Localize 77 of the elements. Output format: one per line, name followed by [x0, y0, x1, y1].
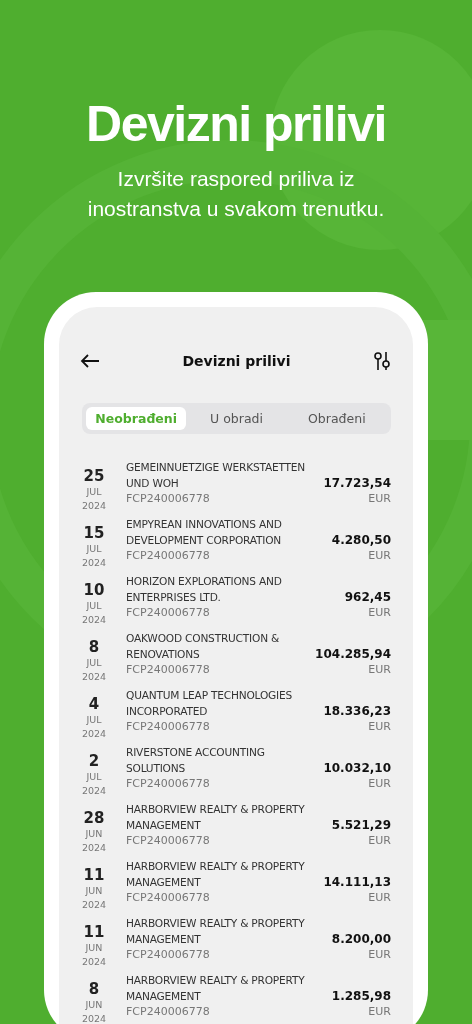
- reference-number: FCP240006778: [126, 605, 211, 620]
- payer-name: HARBORVIEW REALTY & PROPERTY MANAGEMENT: [126, 802, 306, 833]
- date-month: JUL: [86, 485, 102, 499]
- payer-name: RIVERSTONE ACCOUNTING SOLUTIONS: [126, 745, 266, 776]
- date-day: 8: [88, 981, 100, 998]
- currency: EUR: [368, 491, 391, 507]
- amount: 14.111,13: [323, 874, 391, 890]
- reference-number: FCP240006778: [126, 890, 211, 905]
- date-month: JUN: [85, 998, 103, 1012]
- currency: EUR: [368, 662, 391, 678]
- date-day: 8: [88, 639, 100, 656]
- payer-name: HARBORVIEW REALTY & PROPERTY MANAGEMENT: [126, 916, 306, 947]
- amount: 104.285,94: [315, 646, 391, 662]
- payer-name: HARBORVIEW REALTY & PROPERTY MANAGEMENT: [126, 973, 306, 1004]
- date-day: 15: [83, 525, 105, 542]
- amount: 962,45: [344, 589, 391, 605]
- screen-title: Devizni prilivi: [182, 353, 291, 369]
- reference-number: FCP240006778: [126, 833, 211, 848]
- date-year: 2024: [81, 556, 107, 570]
- currency: EUR: [368, 776, 391, 792]
- date-month: JUN: [85, 884, 103, 898]
- date-year: 2024: [81, 841, 107, 855]
- date-day: 4: [88, 696, 100, 713]
- currency: EUR: [368, 947, 391, 963]
- date-month: JUL: [86, 713, 102, 727]
- currency: EUR: [368, 890, 391, 906]
- date-year: 2024: [81, 784, 107, 798]
- currency: EUR: [368, 833, 391, 849]
- amount: 1.285,98: [331, 988, 391, 1004]
- reference-number: FCP240006778: [126, 776, 211, 791]
- amount: 17.723,54: [323, 475, 391, 491]
- payer-name: HORIZON EXPLORATIONS AND ENTERPRISES LTD.: [126, 574, 283, 605]
- date-month: JUN: [85, 827, 103, 841]
- payer-name: OAKWOOD CONSTRUCTION & RENOVATIONS: [126, 631, 281, 662]
- date-year: 2024: [81, 955, 107, 969]
- payer-name: QUANTUM LEAP TECHNOLOGIES INCORPORATED: [126, 688, 293, 719]
- reference-number: FCP240006778: [126, 662, 211, 677]
- reference-number: FCP240006778: [126, 947, 211, 962]
- amount: 4.280,50: [331, 532, 391, 548]
- payer-name: HARBORVIEW REALTY & PROPERTY MANAGEMENT: [126, 859, 306, 890]
- date-month: JUL: [86, 656, 102, 670]
- payer-name: GEMEINNUETZIGE WERKSTAETTEN UND WOH: [126, 460, 307, 491]
- date-year: 2024: [81, 499, 107, 513]
- tab[interactable]: Obrađeni: [286, 407, 387, 430]
- currency: EUR: [368, 605, 391, 621]
- payer-name: EMPYREAN INNOVATIONS AND DEVELOPMENT CORPORATION: [126, 517, 283, 548]
- date-year: 2024: [81, 1012, 107, 1024]
- date-year: 2024: [81, 898, 107, 912]
- date-month: JUL: [86, 599, 102, 613]
- reference-number: FCP240006778: [126, 1004, 211, 1019]
- reference-number: FCP240006778: [126, 491, 211, 506]
- currency: EUR: [368, 719, 391, 735]
- date-day: 10: [83, 582, 105, 599]
- amount: 18.336,23: [323, 703, 391, 719]
- amount: 10.032,10: [323, 760, 391, 776]
- reference-number: FCP240006778: [126, 719, 211, 734]
- currency: EUR: [368, 548, 391, 564]
- subtitle: Izvršite raspored priliva iz inostranstva u svakom trenutku.: [86, 166, 386, 222]
- date-day: 25: [83, 468, 105, 485]
- date-year: 2024: [81, 727, 107, 741]
- date-month: JUL: [86, 770, 102, 784]
- amount: 5.521,29: [331, 817, 391, 833]
- date-day: 11: [83, 867, 105, 884]
- filter-icon[interactable]: [373, 351, 391, 371]
- date-month: JUN: [85, 941, 103, 955]
- currency: EUR: [368, 1004, 391, 1020]
- date-year: 2024: [81, 613, 107, 627]
- back-arrow-icon[interactable]: [80, 354, 100, 368]
- date-year: 2024: [81, 670, 107, 684]
- amount: 8.200,00: [331, 931, 391, 947]
- date-day: 11: [83, 924, 105, 941]
- tab[interactable]: U obradi: [186, 407, 287, 430]
- date-month: JUL: [86, 542, 102, 556]
- date-day: 28: [83, 810, 105, 827]
- reference-number: FCP240006778: [126, 548, 211, 563]
- date-day: 2: [88, 753, 100, 770]
- headline: Devizni prilivi: [86, 95, 386, 154]
